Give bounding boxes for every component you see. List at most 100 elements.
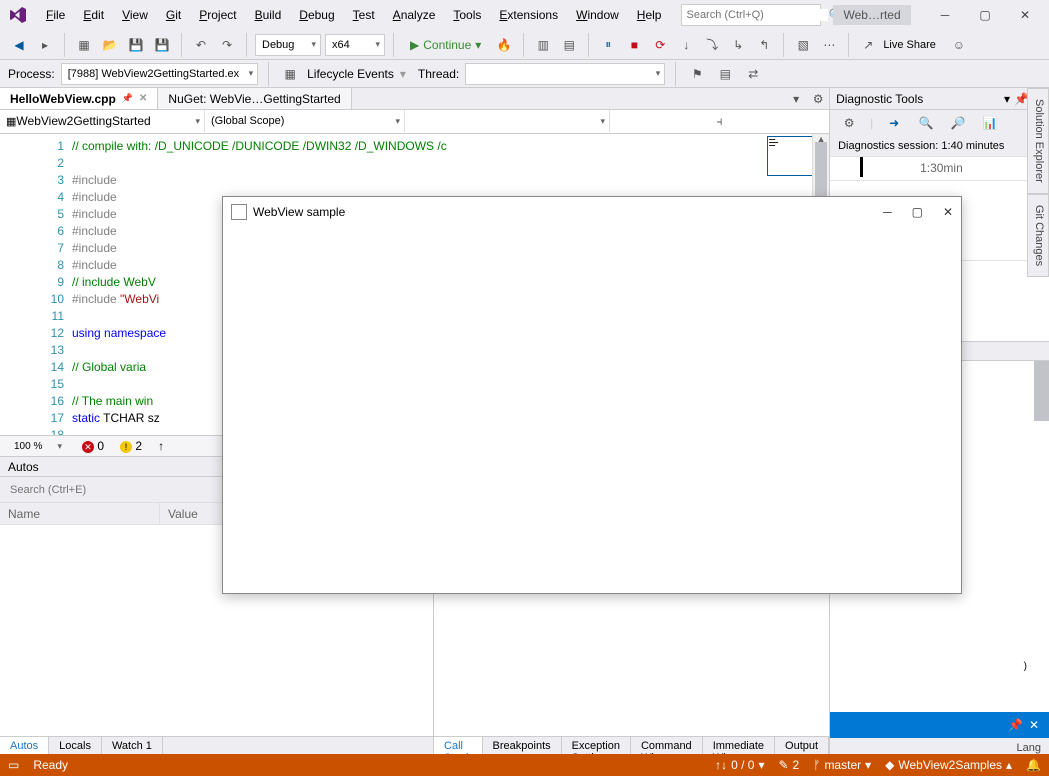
branch[interactable]: ᚠ master ▾ [813, 758, 871, 772]
menu-window[interactable]: Window [568, 4, 627, 26]
zoom-in-icon[interactable]: 🔍 [915, 112, 937, 134]
menu-extensions[interactable]: Extensions [491, 4, 566, 26]
minimize-icon[interactable]: ─ [925, 4, 965, 26]
main-menu: FileEditViewGitProjectBuildDebugTestAnal… [38, 4, 669, 26]
step-into-icon[interactable]: ↳ [727, 34, 749, 56]
menu-file[interactable]: File [38, 4, 73, 26]
menu-help[interactable]: Help [629, 4, 670, 26]
minimize-icon[interactable]: ─ [883, 205, 892, 219]
lifecycle-label: Lifecycle Events [307, 67, 394, 81]
redo-icon[interactable]: ↷ [216, 34, 238, 56]
diag-toolbar: ⚙ | ➜ 🔍 🔎 📊 [830, 110, 1049, 136]
col-name[interactable]: Name [0, 503, 160, 524]
step-icon-1[interactable]: ↓ [675, 34, 697, 56]
nav-back-icon[interactable]: ◀ [8, 34, 30, 56]
liveshare-icon[interactable]: ↗ [857, 34, 879, 56]
tool-icon-4[interactable]: ⋯ [818, 34, 840, 56]
standard-toolbar: ◀ ▸ ▦ 📂 💾 💾 ↶ ↷ Debug x64 ▶ Continue ▾ 🔥… [0, 30, 1049, 60]
gear-icon[interactable]: ⚙ [838, 112, 860, 134]
thread-icon[interactable]: ⇄ [742, 63, 764, 85]
scrollbar-thumb[interactable] [1034, 361, 1049, 421]
vs-logo-icon [4, 4, 32, 26]
webview-sample-window[interactable]: WebView sample ─ ▢ ✕ [222, 196, 962, 594]
stop-icon[interactable]: ■ [623, 34, 645, 56]
feedback-icon[interactable]: ☺ [948, 34, 970, 56]
close-icon[interactable]: ✕ [1005, 4, 1045, 26]
dropdown-icon[interactable]: ▾ [1004, 92, 1010, 106]
menu-test[interactable]: Test [345, 4, 383, 26]
open-file-icon[interactable]: 📂 [99, 34, 121, 56]
side-tab-solution-explorer[interactable]: Solution Explorer [1027, 88, 1049, 194]
menu-edit[interactable]: Edit [75, 4, 112, 26]
tool-icon-3[interactable]: ▧ [792, 34, 814, 56]
platform-combo[interactable]: x64 [325, 34, 385, 56]
line-gutter: 1234567891011121314151617181920212223 [0, 134, 72, 435]
side-tab-git-changes[interactable]: Git Changes [1027, 194, 1049, 277]
scope-combo[interactable]: (Global Scope) [205, 110, 405, 132]
hot-reload-icon[interactable]: 🔥 [493, 34, 515, 56]
close-panel-icon[interactable]: 📌 [1008, 718, 1023, 732]
warning-count[interactable]: ! 2 [120, 439, 142, 453]
error-count[interactable]: ✕ 0 [82, 439, 104, 454]
document-tabs: HelloWebView.cpp📌✕ NuGet: WebVie…Getting… [0, 88, 829, 110]
menu-project[interactable]: Project [191, 4, 244, 26]
menu-build[interactable]: Build [247, 4, 290, 26]
menu-view[interactable]: View [114, 4, 156, 26]
pin-icon[interactable]: 📌 [122, 93, 133, 104]
pause-icon[interactable]: ⏸ [597, 34, 619, 56]
tab-dropdown-icon[interactable]: ▾ [785, 88, 807, 110]
menu-git[interactable]: Git [158, 4, 189, 26]
save-icon[interactable]: 💾 [125, 34, 147, 56]
nav-fwd-icon[interactable]: ▸ [34, 34, 56, 56]
zoom-combo[interactable]: 100 % [8, 437, 66, 455]
split-icon[interactable]: ⫞ [610, 110, 829, 132]
step-out-icon[interactable]: ↰ [753, 34, 775, 56]
navigation-bar: ▦ WebView2GettingStarted (Global Scope) … [0, 110, 829, 134]
repo[interactable]: ◆ WebView2Samples ▴ [885, 758, 1012, 772]
config-combo[interactable]: Debug [255, 34, 321, 56]
app-icon [231, 204, 247, 220]
arrow-right-icon[interactable]: ➜ [883, 112, 905, 134]
stack-icon[interactable]: ▤ [714, 63, 736, 85]
pending-changes[interactable]: ✎ 2 [778, 758, 799, 772]
maximize-icon[interactable]: ▢ [912, 205, 923, 219]
up-arrow-icon[interactable]: ↑ [158, 439, 164, 453]
thread-label: Thread: [418, 67, 459, 81]
tool-icon-2[interactable]: ▤ [558, 34, 580, 56]
solution-name: Web…rted [833, 5, 910, 25]
diag-footer: 📌✕ [830, 712, 1049, 738]
continue-button[interactable]: ▶ Continue ▾ [402, 34, 489, 56]
project-combo[interactable]: ▦ WebView2GettingStarted [0, 110, 205, 132]
diagnostic-header: Diagnostic Tools ▾ 📌 ✕ [830, 88, 1049, 110]
maximize-icon[interactable]: ▢ [965, 4, 1005, 26]
process-combo[interactable]: [7988] WebView2GettingStarted.ex [61, 63, 258, 85]
zoom-out-icon[interactable]: 🔎 [947, 112, 969, 134]
close-tab-icon[interactable]: ✕ [139, 93, 147, 104]
bell-icon[interactable]: 🔔 [1026, 758, 1041, 772]
quick-launch[interactable]: 🔍 [681, 4, 821, 26]
diag-ruler[interactable]: 1:30min 1:40m [830, 157, 1049, 181]
time-marker[interactable] [860, 157, 863, 177]
gear-icon[interactable]: ⚙ [807, 88, 829, 110]
new-project-icon[interactable]: ▦ [73, 34, 95, 56]
git-updown[interactable]: ↑↓ 0 / 0 ▾ [715, 758, 764, 772]
liveshare-label[interactable]: Live Share [883, 39, 936, 51]
quick-launch-input[interactable] [686, 9, 828, 21]
restart-icon[interactable]: ⟳ [649, 34, 671, 56]
menu-analyze[interactable]: Analyze [385, 4, 444, 26]
flag-icon[interactable]: ⚑ [686, 63, 708, 85]
tab-hellwebview[interactable]: HelloWebView.cpp📌✕ [0, 88, 158, 109]
member-combo[interactable] [405, 110, 610, 132]
step-over-icon[interactable]: ⤵ [701, 34, 723, 56]
lifecycle-icon[interactable]: ▦ [279, 63, 301, 85]
tool-icon-1[interactable]: ▥ [532, 34, 554, 56]
close-icon[interactable]: ✕ [943, 205, 953, 219]
thread-combo[interactable] [465, 63, 665, 85]
save-all-icon[interactable]: 💾 [151, 34, 173, 56]
tab-nuget[interactable]: NuGet: WebVie…GettingStarted [158, 88, 351, 109]
menu-tools[interactable]: Tools [445, 4, 489, 26]
undo-icon[interactable]: ↶ [190, 34, 212, 56]
menu-debug[interactable]: Debug [291, 4, 342, 26]
chart-icon[interactable]: 📊 [979, 112, 1001, 134]
close-x-icon[interactable]: ✕ [1029, 718, 1039, 732]
